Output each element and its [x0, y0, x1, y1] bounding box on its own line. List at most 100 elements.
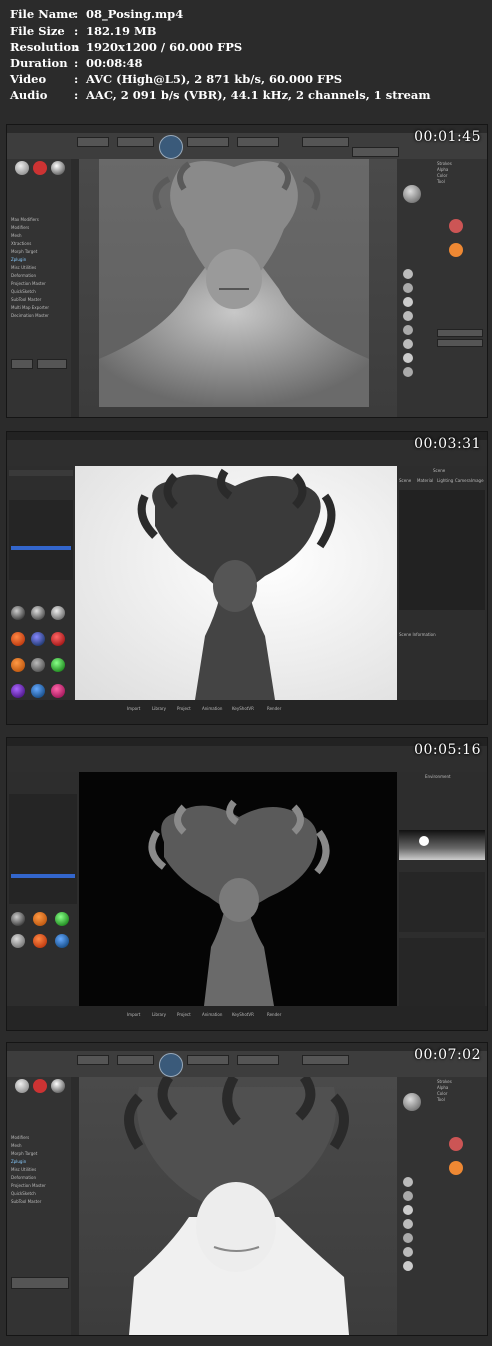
material-swatch-icon[interactable] — [33, 934, 47, 948]
bottom-tab[interactable]: KeyShotVR — [232, 706, 254, 711]
material-swatch-icon[interactable] — [51, 632, 65, 646]
hdri-preview[interactable] — [399, 830, 485, 860]
material-icon[interactable] — [33, 1079, 47, 1093]
material-swatch-icon[interactable] — [11, 606, 25, 620]
sidebar-label[interactable]: SubTool Master — [11, 1199, 41, 1204]
sidebar-label[interactable]: Mesh — [11, 1143, 22, 1148]
toolbar-button[interactable] — [117, 137, 154, 147]
panel-button[interactable] — [437, 329, 483, 337]
selected-tree-item[interactable] — [11, 546, 71, 550]
palette-label[interactable]: Alpha — [437, 167, 448, 172]
material-tree[interactable] — [9, 500, 73, 580]
material-swatch-icon[interactable] — [31, 658, 45, 672]
sidebar-label[interactable]: Modifiers — [11, 225, 29, 230]
selected-tree-item[interactable] — [11, 874, 75, 878]
toolbar-button[interactable] — [302, 1055, 349, 1065]
material-ball-icon[interactable] — [403, 297, 413, 307]
sidebar-label[interactable]: Misc Utilities — [11, 1167, 36, 1172]
bottom-tab[interactable]: Library — [152, 1012, 166, 1017]
toolbar-button[interactable] — [187, 1055, 229, 1065]
material-ball-icon[interactable] — [403, 1219, 413, 1229]
toolbar-button[interactable] — [187, 137, 229, 147]
material-preview-icon[interactable] — [403, 1093, 421, 1111]
sidebar-label[interactable]: QuickSketch — [11, 289, 36, 294]
material-swatch-icon[interactable] — [11, 684, 25, 698]
tool-icon[interactable] — [449, 1161, 463, 1175]
material-ball-icon[interactable] — [403, 1233, 413, 1243]
material-ball-icon[interactable] — [403, 339, 413, 349]
material-swatch-icon[interactable] — [11, 934, 25, 948]
sidebar-label[interactable]: Zplugin — [11, 1159, 26, 1164]
toolbar-button[interactable] — [302, 137, 349, 147]
material-swatch-icon[interactable] — [51, 606, 65, 620]
bottom-tab[interactable]: Library — [152, 706, 166, 711]
bottom-tab[interactable]: Import — [127, 1012, 140, 1017]
bottom-tab[interactable]: KeyShotVR — [232, 1012, 254, 1017]
toolbar-button[interactable] — [352, 147, 399, 157]
draw-size-circle-icon[interactable] — [159, 1053, 183, 1077]
material-swatch-icon[interactable] — [31, 606, 45, 620]
zbrush-viewport[interactable] — [79, 159, 397, 417]
palette-label[interactable]: Tool — [437, 1097, 445, 1102]
palette-label[interactable]: Strokes — [437, 161, 452, 166]
sidebar-label[interactable]: Xtractions — [11, 241, 31, 246]
bottom-tab[interactable]: Render — [267, 706, 281, 711]
sidebar-label[interactable]: Decimation Master — [11, 313, 49, 318]
material-swatch-icon[interactable] — [11, 658, 25, 672]
material-swatch-icon[interactable] — [51, 684, 65, 698]
brush-icon[interactable] — [15, 161, 29, 175]
zbrush-viewport[interactable] — [79, 1077, 397, 1335]
sidebar-label[interactable]: Deformation — [11, 273, 36, 278]
material-swatch-icon[interactable] — [51, 658, 65, 672]
sidebar-label[interactable]: Morph Target — [11, 249, 37, 254]
scene-tree[interactable] — [399, 490, 485, 610]
brush-icon[interactable] — [15, 1079, 29, 1093]
material-ball-icon[interactable] — [403, 311, 413, 321]
material-swatch-icon[interactable] — [55, 934, 69, 948]
material-preview-icon[interactable] — [403, 185, 421, 203]
material-swatch-icon[interactable] — [31, 632, 45, 646]
sidebar-label[interactable]: Multi Map Exporter — [11, 305, 49, 310]
panel-button[interactable] — [437, 339, 483, 347]
toolbar-button[interactable] — [77, 1055, 109, 1065]
tool-icon[interactable] — [449, 243, 463, 257]
toolbar-button[interactable] — [237, 1055, 279, 1065]
material-swatch-icon[interactable] — [55, 912, 69, 926]
sidebar-button[interactable] — [11, 1277, 69, 1289]
render-viewport[interactable] — [79, 772, 397, 1006]
sidebar-label[interactable]: Morph Target — [11, 1151, 37, 1156]
material-ball-icon[interactable] — [403, 367, 413, 377]
palette-label[interactable]: Alpha — [437, 1085, 448, 1090]
sphere-icon[interactable] — [51, 1079, 65, 1093]
bottom-tab[interactable]: Animation — [202, 1012, 222, 1017]
toolbar-button[interactable] — [117, 1055, 154, 1065]
material-ball-icon[interactable] — [403, 1205, 413, 1215]
material-swatch-icon[interactable] — [33, 912, 47, 926]
material-swatch-icon[interactable] — [31, 684, 45, 698]
sidebar-label[interactable]: Max Modifiers — [11, 217, 39, 222]
material-ball-icon[interactable] — [403, 1261, 413, 1271]
material-swatch-icon[interactable] — [11, 632, 25, 646]
panel-tab[interactable]: Camera — [455, 478, 471, 483]
material-ball-icon[interactable] — [403, 325, 413, 335]
material-ball-icon[interactable] — [403, 1191, 413, 1201]
material-ball-icon[interactable] — [403, 1177, 413, 1187]
bottom-tab[interactable]: Animation — [202, 706, 222, 711]
sidebar-label[interactable]: Projection Master — [11, 1183, 46, 1188]
material-ball-icon[interactable] — [403, 283, 413, 293]
bottom-tab[interactable]: Project — [177, 1012, 191, 1017]
palette-label[interactable]: Strokes — [437, 1079, 452, 1084]
bottom-tab[interactable]: Render — [267, 1012, 281, 1017]
light-spot-icon[interactable] — [419, 836, 429, 846]
toolbar-button[interactable] — [77, 137, 109, 147]
library-tabs[interactable] — [9, 470, 73, 476]
panel-tab[interactable]: Material — [417, 478, 433, 483]
tool-icon[interactable] — [449, 1137, 463, 1151]
sidebar-label[interactable]: Modifiers — [11, 1135, 29, 1140]
bottom-tab[interactable]: Import — [127, 706, 140, 711]
sidebar-button[interactable] — [11, 359, 33, 369]
render-viewport[interactable] — [75, 466, 397, 700]
bottom-tab[interactable]: Project — [177, 706, 191, 711]
adjustments-group[interactable] — [399, 872, 485, 932]
material-tree[interactable] — [9, 794, 77, 904]
